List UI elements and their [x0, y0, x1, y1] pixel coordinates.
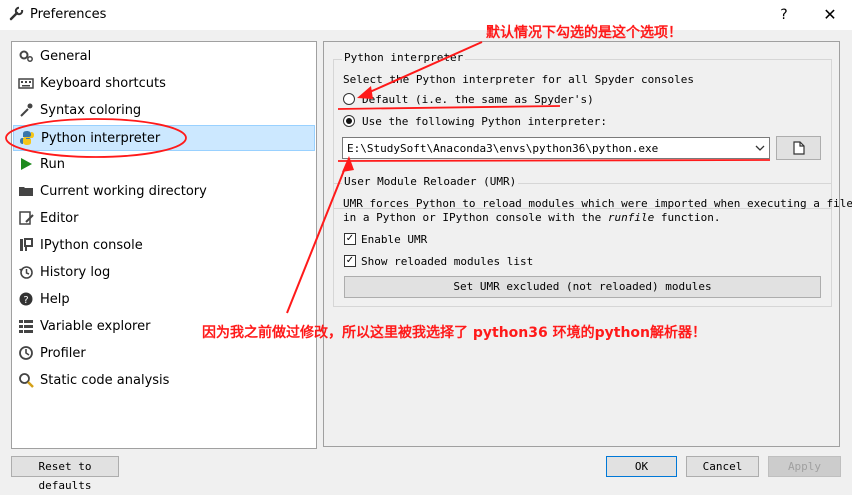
- group-title: Python interpreter: [342, 51, 466, 64]
- show-reloaded-checkbox[interactable]: ✓: [344, 255, 356, 267]
- play-icon: [21, 158, 32, 170]
- interpreter-description: Select the Python interpreter for all Sp…: [343, 73, 694, 86]
- file-icon: [793, 141, 805, 155]
- sidebar-item-label: General: [40, 49, 92, 64]
- preferences-sidebar: General Keyboard shortcuts Syntax colori…: [11, 41, 317, 449]
- umr-description-line2: in a Python or IPython console with the …: [343, 211, 721, 224]
- umr-description-line1: UMR forces Python to reload modules whic…: [343, 197, 852, 210]
- wrench-icon: [9, 6, 24, 21]
- apply-button[interactable]: Apply: [768, 456, 841, 477]
- title-bar: Preferences ? ✕: [0, 0, 852, 30]
- keyboard-icon: [18, 78, 34, 89]
- close-button[interactable]: ✕: [816, 3, 844, 27]
- sidebar-item-label: Profiler: [40, 346, 86, 361]
- group-title: User Module Reloader (UMR): [342, 175, 519, 188]
- help-icon: ?: [19, 292, 33, 306]
- sidebar-item-label: Editor: [40, 211, 79, 226]
- table-icon: [19, 320, 33, 333]
- sidebar-item-label: Python interpreter: [41, 131, 161, 146]
- sidebar-item-label: Run: [40, 157, 65, 172]
- sidebar-item-run[interactable]: Run: [13, 152, 315, 178]
- enable-umr-label[interactable]: Enable UMR: [361, 233, 427, 246]
- sidebar-item-python-interpreter[interactable]: Python interpreter: [13, 125, 315, 151]
- search-icon: [19, 373, 34, 388]
- sidebar-item-static-code-analysis[interactable]: Static code analysis: [13, 368, 315, 394]
- sidebar-item-label: IPython console: [40, 238, 143, 253]
- python-icon: [20, 131, 34, 145]
- browse-file-button[interactable]: [776, 136, 821, 160]
- sidebar-item-label: Static code analysis: [40, 373, 170, 388]
- radio-default-label[interactable]: Default (i.e. the same as Spyder's): [362, 93, 594, 106]
- set-umr-excluded-button[interactable]: Set UMR excluded (not reloaded) modules: [344, 276, 821, 298]
- help-button[interactable]: ?: [772, 3, 796, 27]
- sidebar-item-label: Help: [40, 292, 70, 307]
- reset-defaults-button[interactable]: Reset to defaults: [11, 456, 119, 492]
- sidebar-item-label: Keyboard shortcuts: [40, 76, 166, 91]
- svg-text:?: ?: [23, 295, 28, 306]
- sidebar-item-editor[interactable]: Editor: [13, 206, 315, 232]
- window-title: Preferences: [30, 7, 107, 22]
- sidebar-item-current-working-directory[interactable]: Current working directory: [13, 179, 315, 205]
- sidebar-item-label: Variable explorer: [40, 319, 151, 334]
- annotation-top: 默认情况下勾选的是这个选项！: [486, 25, 682, 41]
- show-reloaded-label[interactable]: Show reloaded modules list: [361, 255, 533, 268]
- gear-icon: [19, 50, 33, 62]
- edit-icon: [19, 211, 34, 225]
- sidebar-item-ipython-console[interactable]: IPython console: [13, 233, 315, 259]
- cancel-button[interactable]: Cancel: [686, 456, 759, 477]
- sidebar-item-label: Current working directory: [40, 184, 207, 199]
- sidebar-item-syntax-coloring[interactable]: Syntax coloring: [13, 98, 315, 124]
- sidebar-item-help[interactable]: ? Help: [13, 287, 315, 313]
- sidebar-item-profiler[interactable]: Profiler: [13, 341, 315, 367]
- folder-icon: [19, 187, 33, 196]
- sidebar-item-label: Syntax coloring: [40, 103, 142, 118]
- annotation-bottom: 因为我之前做过修改，所以这里被我选择了 python36 环境的python解析…: [202, 325, 707, 341]
- sidebar-item-general[interactable]: General: [13, 44, 315, 70]
- enable-umr-checkbox[interactable]: ✓: [344, 233, 356, 245]
- radio-custom-interpreter[interactable]: [343, 115, 355, 127]
- interpreter-path-value: E:\StudySoft\Anaconda3\envs\python36\pyt…: [347, 142, 659, 155]
- ok-button[interactable]: OK: [606, 456, 677, 477]
- radio-default-interpreter[interactable]: [343, 93, 355, 105]
- sidebar-item-history-log[interactable]: History log: [13, 260, 315, 286]
- ipython-icon: [20, 238, 33, 251]
- settings-panel: Python interpreter Select the Python int…: [323, 41, 852, 447]
- profiler-icon: [19, 346, 33, 360]
- eyedropper-icon: [20, 103, 33, 117]
- chevron-down-icon: [755, 145, 765, 151]
- interpreter-path-combobox[interactable]: E:\StudySoft\Anaconda3\envs\python36\pyt…: [342, 137, 770, 159]
- history-icon: [19, 266, 33, 279]
- radio-custom-label[interactable]: Use the following Python interpreter:: [362, 115, 607, 128]
- sidebar-item-keyboard-shortcuts[interactable]: Keyboard shortcuts: [13, 71, 315, 97]
- sidebar-item-label: History log: [40, 265, 111, 280]
